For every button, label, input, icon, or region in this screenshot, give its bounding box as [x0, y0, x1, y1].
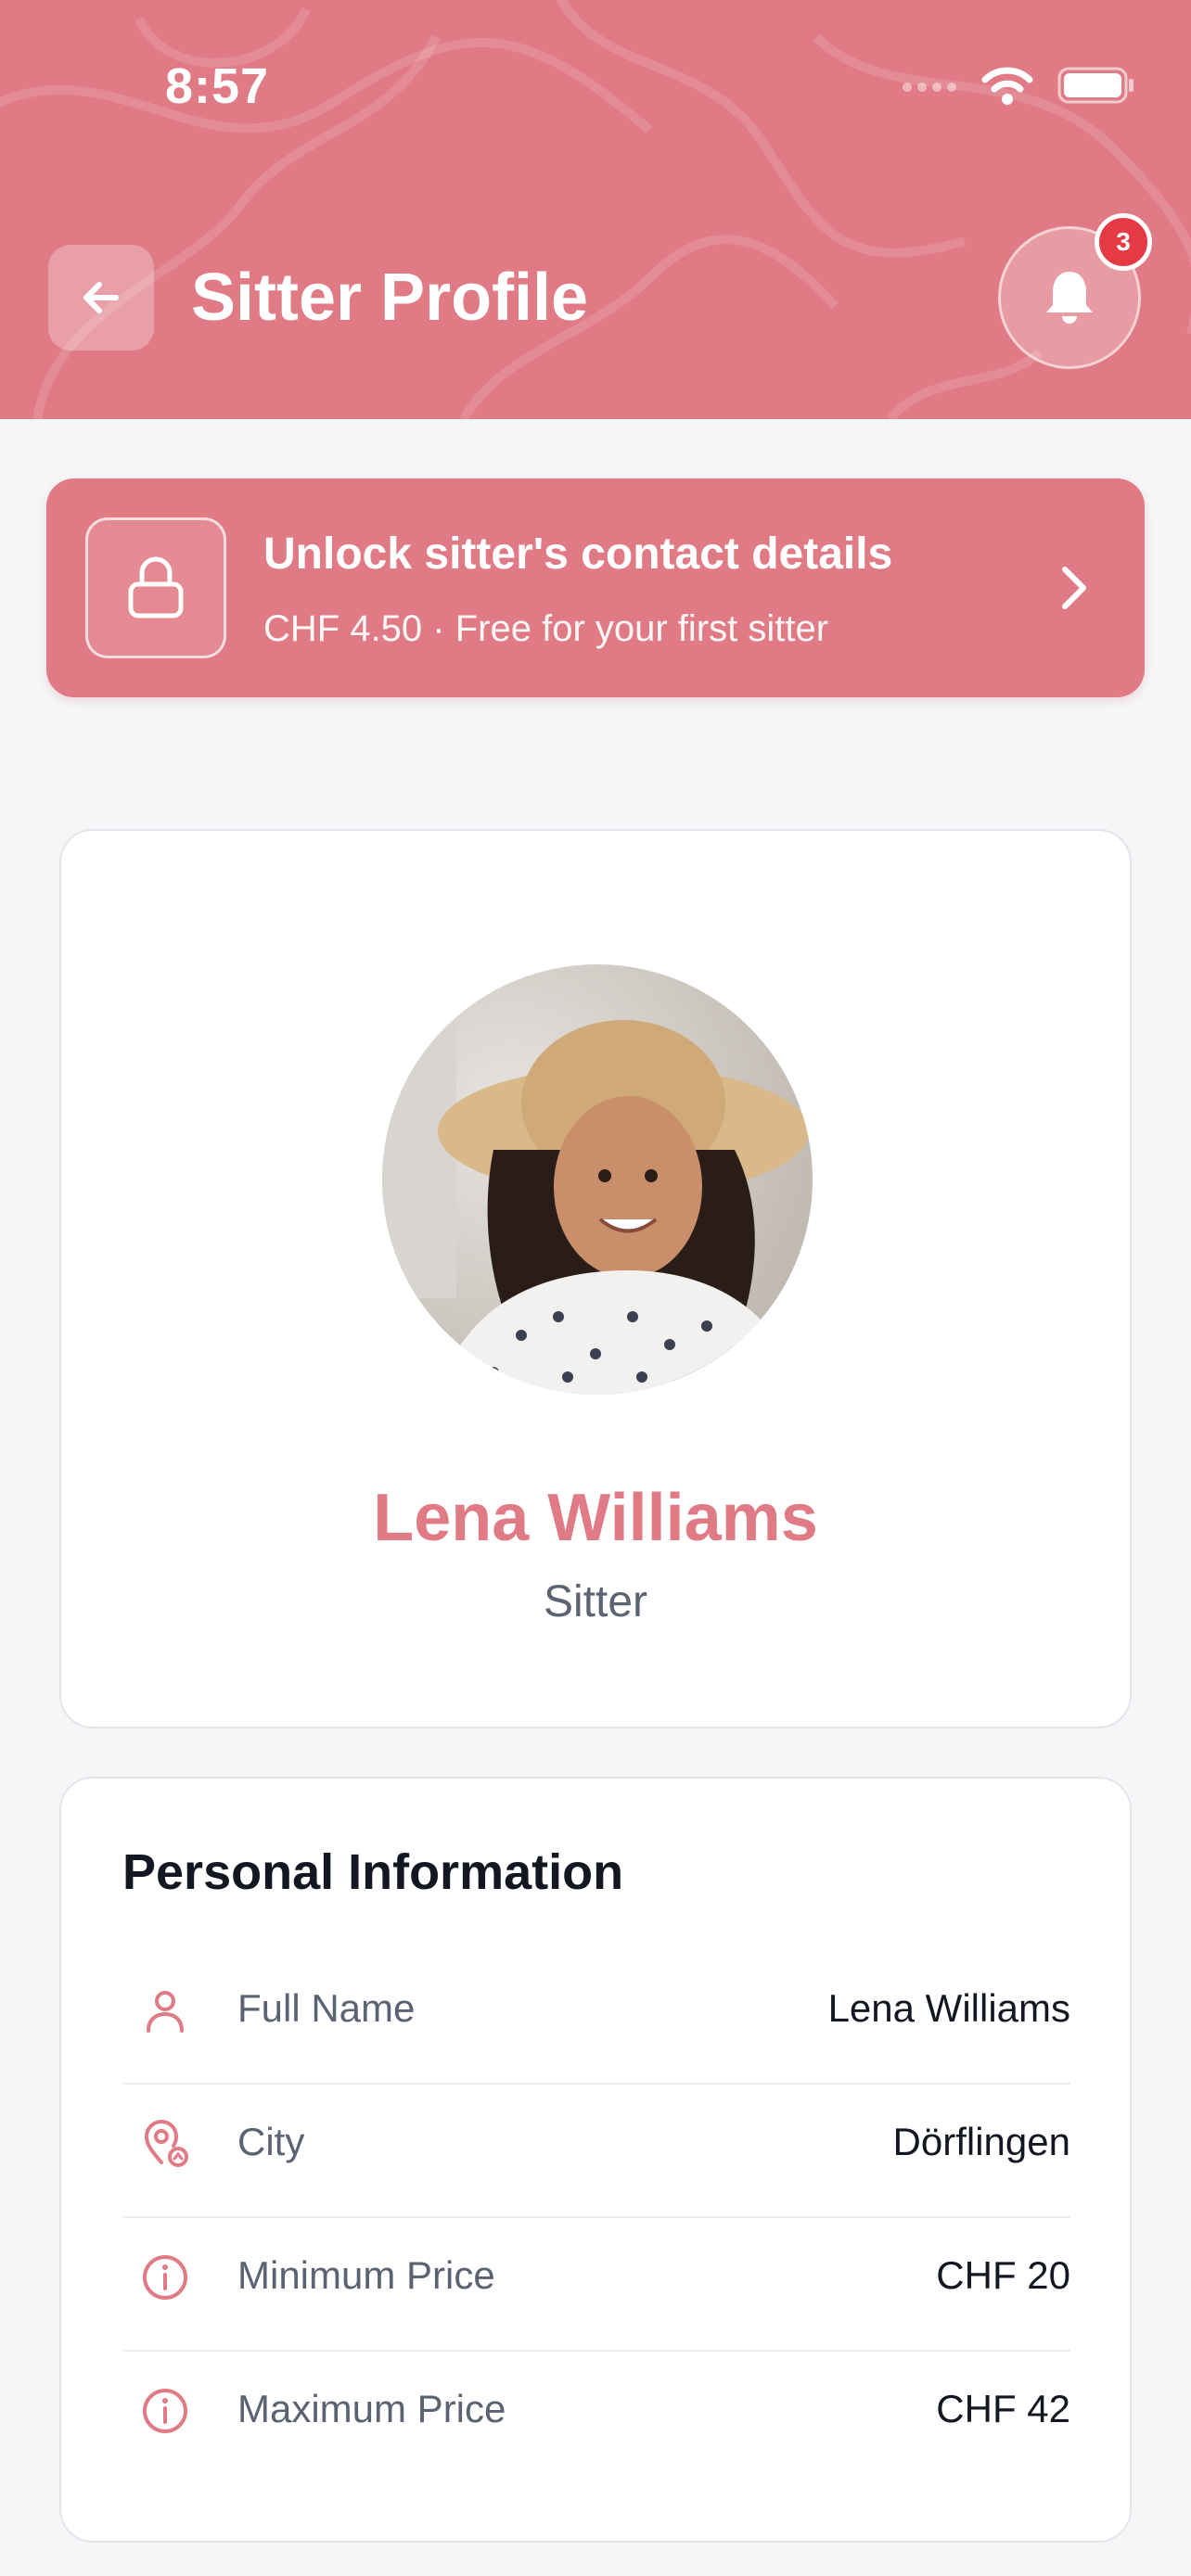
profile-card: Lena Williams Sitter [59, 829, 1132, 1728]
info-label: Minimum Price [237, 2253, 495, 2297]
unlock-title: Unlock sitter's contact details [263, 529, 893, 579]
wifi-icon [981, 67, 1033, 105]
info-value: Lena Williams [827, 1986, 1070, 2030]
info-row-full-name: Full Name Lena Williams [122, 1944, 1070, 2077]
info-value: Dörflingen [892, 2120, 1070, 2163]
info-row-city: City Dörflingen [122, 2077, 1070, 2211]
info-label: City [237, 2120, 305, 2163]
info-value: CHF 42 [936, 2387, 1070, 2430]
lock-icon-box [85, 517, 226, 658]
cellular-signal-icon [903, 83, 956, 92]
personal-information-card: Personal Information Full Name Lena Will… [59, 1777, 1132, 2543]
unlock-subtitle: CHF 4.50 · Free for your first sitter [263, 608, 829, 649]
status-time: 8:57 [165, 58, 270, 114]
info-row-minimum-price: Minimum Price CHF 20 [122, 2211, 1070, 2344]
bell-icon [1046, 272, 1093, 324]
arrow-left-icon [83, 282, 119, 313]
page-title: Sitter Profile [191, 261, 589, 335]
lock-icon [128, 556, 184, 618]
section-title: Personal Information [122, 1844, 624, 1900]
location-pin-icon [144, 2120, 188, 2167]
app-header: 8:57 Sitter Profile 3 [0, 0, 1191, 419]
profile-photo [382, 964, 813, 1395]
info-value: CHF 20 [936, 2253, 1070, 2297]
user-icon [147, 1991, 184, 2033]
info-label: Full Name [237, 1986, 416, 2030]
back-button[interactable] [48, 245, 154, 351]
info-label: Maximum Price [237, 2387, 506, 2430]
info-icon [143, 2389, 187, 2433]
status-icons [902, 65, 1135, 106]
profile-name: Lena Williams [373, 1481, 818, 1555]
chevron-right-icon [1062, 567, 1086, 609]
unlock-contact-banner[interactable]: Unlock sitter's contact details CHF 4.50… [46, 478, 1145, 697]
battery-icon [1057, 67, 1133, 104]
info-row-maximum-price: Maximum Price CHF 42 [122, 2344, 1070, 2478]
info-icon [143, 2255, 187, 2300]
notification-badge: 3 [1095, 213, 1152, 271]
profile-role: Sitter [543, 1577, 648, 1626]
avatar [382, 964, 813, 1395]
